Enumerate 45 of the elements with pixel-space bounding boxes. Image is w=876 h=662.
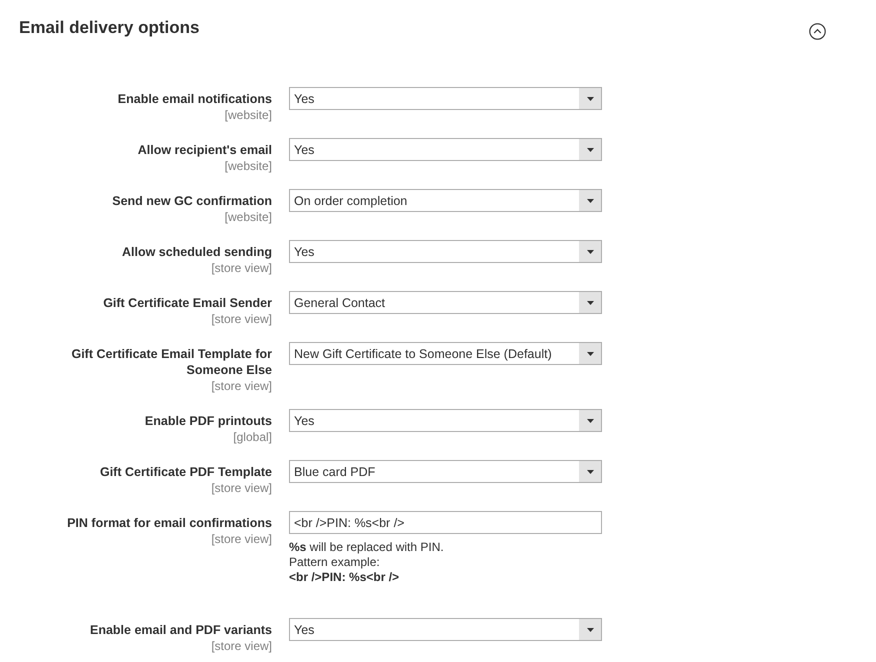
field-label: Send new GC confirmation xyxy=(112,193,272,209)
scope-label: [store view] xyxy=(211,638,272,654)
field-label: Enable email notifications xyxy=(118,91,272,107)
dropdown[interactable]: On order completion xyxy=(289,189,602,212)
caret-icon xyxy=(586,148,594,152)
field-label: Gift Certificate PDF Template xyxy=(100,464,272,480)
scope-label: [store view] xyxy=(211,378,272,394)
dropdown[interactable]: Yes xyxy=(289,240,602,263)
dropdown[interactable]: General Contact xyxy=(289,291,602,314)
field-label: Enable email and PDF variants xyxy=(90,622,272,638)
scope-label: [global] xyxy=(233,429,272,445)
field-label: Gift Certificate Email Sender xyxy=(103,295,272,311)
section-title: Email delivery options xyxy=(19,18,200,38)
caret-icon xyxy=(586,96,594,100)
dropdown[interactable]: Yes xyxy=(289,87,602,110)
caret-icon xyxy=(586,418,594,422)
dropdown[interactable]: Blue card PDF xyxy=(289,460,602,483)
scope-label: [store view] xyxy=(211,480,272,496)
caret-icon xyxy=(586,300,594,304)
pattern-example: <br />PIN: %s<br /> xyxy=(289,570,400,585)
scope-label: [website] xyxy=(224,158,272,174)
dropdown[interactable]: Yes xyxy=(289,618,602,641)
field-label: Gift Certificate Email Template for Someone Else xyxy=(70,346,272,378)
scope-label: [website] xyxy=(224,107,272,123)
field-label: PIN format for email confirmations xyxy=(67,515,272,531)
caret-icon xyxy=(586,250,594,254)
caret-icon xyxy=(586,470,594,474)
caret-icon xyxy=(586,352,594,356)
input-field[interactable]: <br />PIN: %s<br /> xyxy=(289,511,602,534)
caret-icon xyxy=(586,628,594,632)
dropdown[interactable]: Yes xyxy=(289,138,602,161)
note-text: Pattern example: xyxy=(289,555,381,570)
scope-label: [store view] xyxy=(211,311,272,327)
field-label: Allow recipient's email xyxy=(138,142,272,158)
caret-icon xyxy=(586,198,594,202)
collapse-button[interactable] xyxy=(809,22,826,40)
dropdown[interactable]: New Gift Certificate to Someone Else (Default) xyxy=(289,342,602,365)
scope-label: [website] xyxy=(224,209,272,225)
field-label: Allow scheduled sending xyxy=(122,244,272,260)
scope-label: [store view] xyxy=(211,531,272,547)
chevron-circle-icon xyxy=(809,22,826,40)
scope-label: [store view] xyxy=(211,260,272,276)
dropdown[interactable]: Yes xyxy=(289,409,602,432)
field-label: Enable PDF printouts xyxy=(144,413,272,429)
note-text: %s will be replaced with PIN. xyxy=(289,540,445,555)
